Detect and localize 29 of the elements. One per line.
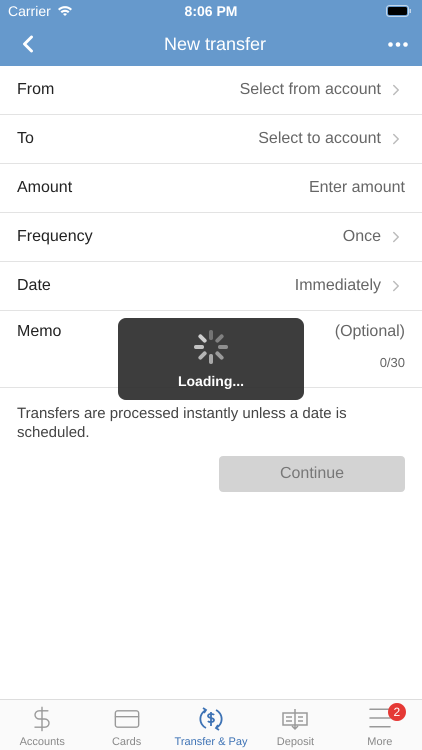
check-deposit-icon: [281, 707, 310, 733]
field-label: Memo: [17, 323, 62, 341]
tab-item[interactable]: Cards: [84, 700, 169, 750]
tab-item[interactable]: Accounts: [0, 700, 84, 750]
clock: 8:06 PM: [184, 3, 238, 19]
spinner-icon: [193, 329, 229, 365]
more-button[interactable]: [388, 42, 408, 46]
dollar-arrows-icon: [197, 705, 226, 733]
loading-text: Loading...: [178, 373, 244, 389]
select-field[interactable]: Select from account: [240, 81, 405, 99]
field-label: Date: [17, 277, 51, 295]
more-icon: [388, 42, 408, 46]
select-field[interactable]: Select to account: [258, 130, 405, 148]
tab-item[interactable]: Transfer & Pay: [168, 700, 254, 750]
select-field[interactable]: Once: [342, 228, 405, 246]
battery-icon: [386, 5, 412, 17]
info-text: Transfers are processed instantly unless a date is scheduled.: [17, 404, 348, 442]
character-counter: 0/30: [380, 355, 405, 370]
field-label: From: [17, 81, 54, 99]
tab-item[interactable]: Deposit: [253, 700, 338, 750]
field-label: Amount: [17, 179, 72, 197]
wifi-icon: [56, 5, 73, 17]
screen-title: New transfer: [164, 34, 266, 54]
field-label: Frequency: [17, 228, 93, 246]
notification-badge: 2: [388, 703, 406, 721]
select-field[interactable]: Immediately: [294, 277, 405, 295]
tab-item[interactable]: More 2: [338, 700, 422, 750]
carrier-label: Carrier: [8, 3, 51, 19]
field-label: To: [17, 130, 34, 148]
